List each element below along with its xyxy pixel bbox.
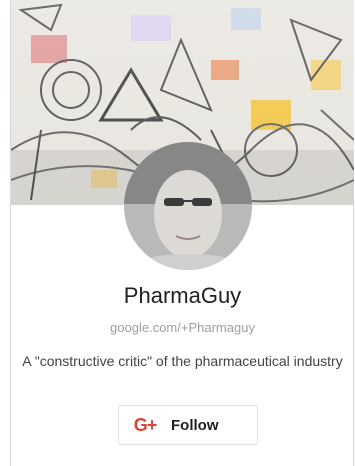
profile-name[interactable]: PharmaGuy (11, 283, 354, 309)
follow-label: Follow (171, 416, 219, 434)
google-plus-icon: G+ (133, 414, 158, 435)
follow-button[interactable]: G+ Follow (118, 405, 258, 445)
profile-card: PharmaGuy google.com/+Pharmaguy A "const… (10, 0, 354, 466)
avatar[interactable] (124, 142, 252, 270)
profile-url[interactable]: google.com/+Pharmaguy (11, 320, 354, 335)
profile-tagline: A "constructive critic" of the pharmaceu… (22, 353, 343, 369)
